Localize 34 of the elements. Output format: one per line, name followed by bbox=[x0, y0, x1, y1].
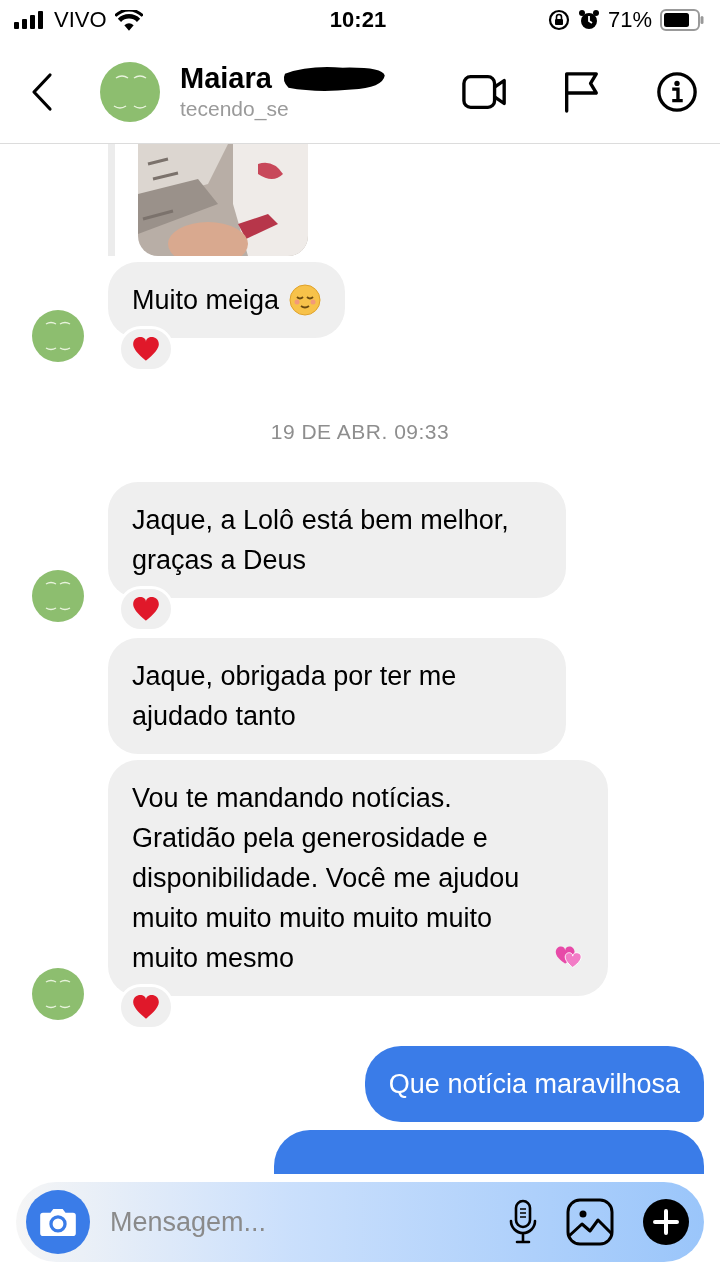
message-bubble[interactable]: Muito meiga bbox=[108, 262, 346, 338]
message-bubble[interactable]: Que notícia maravilhosa bbox=[364, 1046, 704, 1122]
heart-icon bbox=[132, 596, 160, 622]
signal-icon bbox=[12, 11, 46, 29]
heart-icon bbox=[132, 336, 160, 362]
smiling-face-icon bbox=[289, 284, 322, 316]
clock-time: 10:21 bbox=[329, 7, 387, 33]
alarm-icon bbox=[577, 9, 600, 31]
message-input[interactable]: Mensagem... bbox=[108, 1205, 480, 1239]
username: tecendo_se bbox=[180, 97, 290, 121]
contact-name: Maiara bbox=[180, 62, 272, 95]
message-bubble[interactable] bbox=[274, 1130, 704, 1174]
info-icon[interactable] bbox=[654, 70, 700, 113]
battery-percent: 71% bbox=[607, 7, 652, 33]
rotation-lock-icon bbox=[547, 9, 570, 31]
wifi-icon bbox=[114, 9, 143, 31]
carrier-name: VIVO bbox=[54, 7, 107, 33]
message-text: Jaque, obrigada por ter me ajudado tanto bbox=[132, 660, 458, 733]
gallery-icon[interactable] bbox=[566, 1198, 614, 1246]
battery-icon bbox=[660, 9, 704, 31]
message-text: Que notícia maravilhosa bbox=[388, 1068, 680, 1101]
add-icon[interactable] bbox=[642, 1198, 690, 1246]
camera-button[interactable] bbox=[26, 1190, 90, 1254]
date-divider: 19 DE ABR. 09:33 bbox=[270, 420, 450, 444]
message-text: Jaque, a Lolô está bem melhor, graças a Deus bbox=[132, 504, 510, 577]
message-text: Vou te mandando notícias. Gratidão pela generosidade e disponibilidade. Você me ajudou muito muito muito muito muito muito mesmo bbox=[132, 782, 521, 975]
message-bubble[interactable]: Jaque, a Lolô está bem melhor, graças a Deus bbox=[108, 482, 566, 598]
message-text: Muito meiga bbox=[132, 284, 280, 317]
message-bubble[interactable]: Vou te mandando notícias. Gratidão pela generosidade e disponibilidade. Você me ajudou muito muito muito muito muito muito mesmo bbox=[108, 760, 608, 996]
camera-icon bbox=[39, 1207, 77, 1237]
microphone-icon[interactable] bbox=[508, 1199, 538, 1245]
back-icon[interactable] bbox=[30, 71, 54, 112]
heart-icon bbox=[132, 994, 160, 1020]
message-bubble[interactable]: Jaque, obrigada por ter me ajudado tanto bbox=[108, 638, 566, 754]
